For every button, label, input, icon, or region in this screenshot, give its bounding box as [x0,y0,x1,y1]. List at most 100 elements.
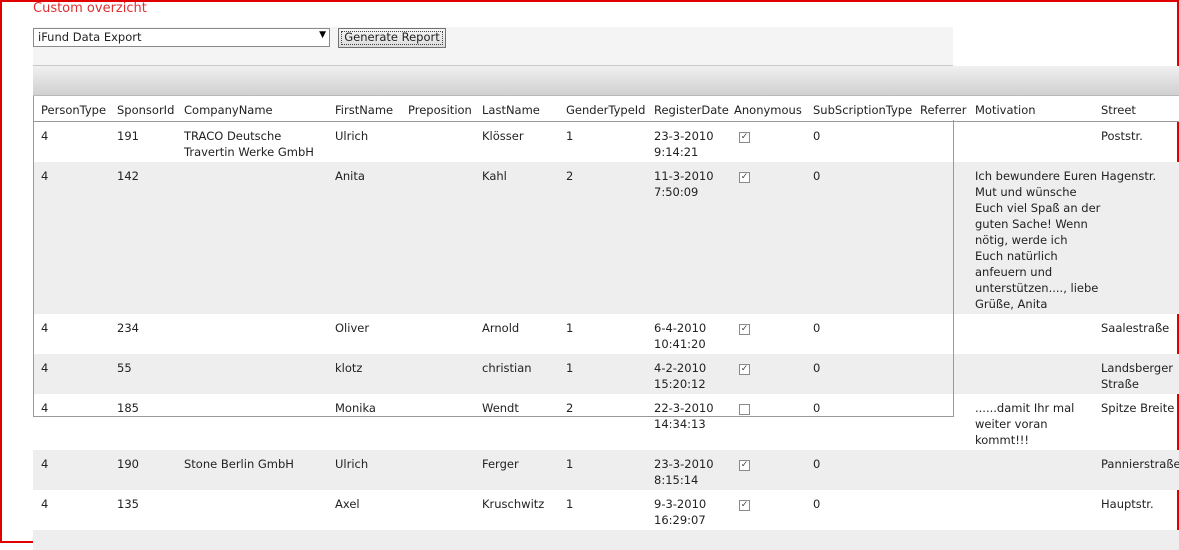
cell-first-name: Oliver [335,321,370,335]
cell-register-date: 9-3-2010 [654,497,707,511]
cell-first-name: klotz [335,361,363,375]
cell-motivation-line: anfeuern und [975,265,1053,279]
column-header-motivation[interactable]: Motivation [975,102,1036,118]
cell-company-name: Stone Berlin GmbH [184,457,294,471]
cell-register-time: 16:29:07 [654,513,706,527]
cell-motivation-line: Mut und wünsche [975,185,1077,199]
cell-subscription-type: 0 [813,497,821,511]
column-header-register-date[interactable]: RegisterDate [654,102,729,118]
cell-register-date: 4-2-2010 [654,361,707,375]
column-header-referrer[interactable]: Referrer [920,102,966,118]
cell-sponsor-id: 234 [117,321,139,335]
cell-last-name: Klösser [482,129,524,143]
cell-register-time: 10:41:20 [654,337,706,351]
cell-street: Hauptstr. [1101,497,1154,511]
cell-last-name: Kahl [482,169,507,183]
cell-sponsor-id: 142 [117,169,139,183]
chevron-down-icon[interactable]: ▼ [319,30,326,40]
cell-register-date: 22-3-2010 [654,401,714,415]
cell-motivation-line: Euch viel Spaß an der [975,201,1101,215]
cell-sponsor-id: 135 [117,497,139,511]
table-row[interactable]: 4 185 Monika Wendt 2 22-3-2010 14:34:13 0......… [33,394,1179,450]
column-header-gender-type-id[interactable]: GenderTypeId [566,102,645,118]
generate-report-button[interactable]: Generate Report [338,28,446,48]
column-header-subscription-type[interactable]: SubScriptionType [813,102,912,118]
cell-subscription-type: 0 [813,129,821,143]
cell-register-date: 23-3-2010 [654,457,714,471]
column-header-person-type[interactable]: PersonType [41,102,106,118]
report-select-value: iFund Data Export [38,30,142,44]
cell-person-type: 4 [41,169,49,183]
cell-last-name: Wendt [482,401,519,415]
table-row-partial[interactable] [33,530,1179,550]
table-row[interactable]: 4 142 Anita Kahl 2 11-3-2010 7:50:09 ✓ 0 Ich bewu… [33,162,1179,314]
grid-inner-right-border [953,120,954,417]
cell-last-name: christian [482,361,532,375]
cell-sponsor-id: 55 [117,361,132,375]
cell-register-date: 6-4-2010 [654,321,707,335]
cell-motivation-line: nötig, werde ich [975,233,1068,247]
cell-gender-type-id: 1 [566,129,574,143]
cell-street: Pannierstraße [1101,457,1179,471]
cell-sponsor-id: 185 [117,401,139,415]
anonymous-checkbox[interactable]: ✓ [739,500,750,511]
column-header-last-name[interactable]: LastName [482,102,540,118]
column-header-preposition[interactable]: Preposition [408,102,472,118]
page-title: Custom overzicht [33,1,147,16]
anonymous-checkbox[interactable]: ✓ [739,364,750,375]
cell-motivation-line: guten Sache! Wenn [975,217,1088,231]
column-header-company-name[interactable]: CompanyName [184,102,273,118]
table-row[interactable]: 4 191 TRACO Deutsche Travertin Werke GmbH Ul… [33,122,1179,162]
grid-group-bar [33,66,1179,96]
cell-gender-type-id: 1 [566,321,574,335]
cell-last-name: Arnold [482,321,520,335]
column-header-street[interactable]: Street [1101,102,1136,118]
table-row[interactable]: 4 190 Stone Berlin GmbH Ulrich Ferger 1 23-3-2… [33,450,1179,490]
focus-outline [341,31,443,45]
cell-motivation-line: Ich bewundere Euren [975,169,1097,183]
cell-motivation-line: Grüße, Anita [975,297,1048,311]
cell-first-name: Ulrich [335,457,369,471]
column-header-first-name[interactable]: FirstName [335,102,393,118]
cell-person-type: 4 [41,457,49,471]
cell-first-name: Anita [335,169,365,183]
cell-gender-type-id: 1 [566,361,574,375]
report-select[interactable]: iFund Data Export ▼ [33,28,330,47]
cell-person-type: 4 [41,401,49,415]
column-header-sponsor-id[interactable]: SponsorId [117,102,174,118]
cell-subscription-type: 0 [813,321,821,335]
table-row[interactable]: 4 55 klotz christian 1 4-2-2010 15:20:12 ✓ 0 Land… [33,354,1179,394]
anonymous-checkbox[interactable] [739,404,750,415]
cell-gender-type-id: 2 [566,401,574,415]
cell-register-time: 7:50:09 [654,185,699,199]
cell-gender-type-id: 1 [566,457,574,471]
grid-left-border [33,96,34,417]
cell-person-type: 4 [41,361,49,375]
cell-subscription-type: 0 [813,169,821,183]
cell-gender-type-id: 1 [566,497,574,511]
cell-first-name: Ulrich [335,129,369,143]
cell-sponsor-id: 191 [117,129,139,143]
cell-company-name: TRACO Deutsche [184,129,282,143]
anonymous-checkbox[interactable]: ✓ [739,172,750,183]
cell-register-date: 23-3-2010 [654,129,714,143]
cell-motivation-line: weiter voran [975,417,1048,431]
table-row[interactable]: 4 234 Oliver Arnold 1 6-4-2010 10:41:20 ✓ 0 Saale… [33,314,1179,354]
anonymous-checkbox[interactable]: ✓ [739,324,750,335]
column-header-anonymous[interactable]: Anonymous [734,102,802,118]
anonymous-checkbox[interactable]: ✓ [739,132,750,143]
cell-first-name: Monika [335,401,376,415]
grid-header-row: PersonType SponsorId CompanyName FirstName P… [33,96,1179,122]
cell-street: Hagenstr. [1101,169,1157,183]
cell-register-time: 9:14:21 [654,145,699,159]
cell-sponsor-id: 190 [117,457,139,471]
cell-street-line2: Straße [1101,377,1139,391]
cell-person-type: 4 [41,321,49,335]
cell-street: Poststr. [1101,129,1143,143]
table-row[interactable]: 4 135 Axel Kruschwitz 1 9-3-2010 16:29:07 ✓ 0 Hau… [33,490,1179,530]
anonymous-checkbox[interactable]: ✓ [739,460,750,471]
cell-motivation-line: Euch natürlich [975,249,1058,263]
cell-register-date: 11-3-2010 [654,169,714,183]
cell-register-time: 8:15:14 [654,473,699,487]
cell-street: Spitze Breite [1101,401,1175,415]
